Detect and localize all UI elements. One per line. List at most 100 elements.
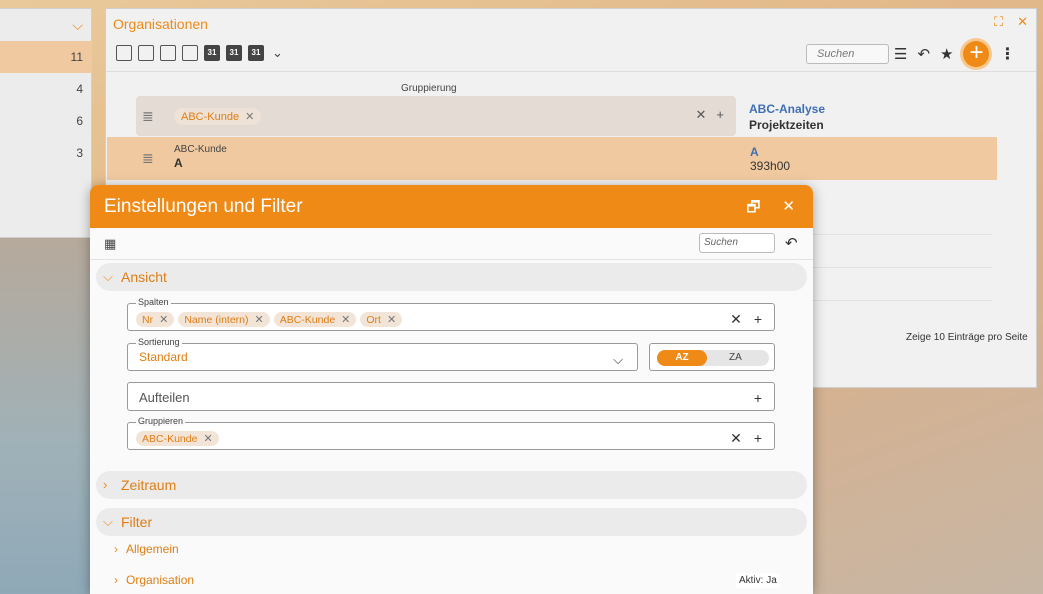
chevron-down-icon: ⌵ [103,514,113,529]
close-icon[interactable]: ✕ [1017,14,1028,30]
field-controls: ✕ + [730,430,762,447]
column-chip[interactable]: Nr ✕ [136,312,175,327]
spalten-field[interactable]: Spalten Nr ✕ Name (intern) ✕ ABC-Kunde ✕ Or… [127,297,775,331]
field-placeholder: Aufteilen [139,390,190,405]
clear-icon[interactable]: ✕ [730,311,742,328]
field-label: Gruppieren [136,416,186,426]
remove-chip-icon[interactable]: ✕ [245,110,254,123]
column-chips: Nr ✕ Name (intern) ✕ ABC-Kunde ✕ Ort ✕ [136,312,403,327]
list-item[interactable]: 6 [0,105,91,137]
left-list-panel: ⌵ 11 4 6 3 [0,8,92,238]
filter-group-organisation[interactable]: › Organisation [114,573,194,587]
remove-chip-icon[interactable]: ✕ [387,313,396,326]
add-icon[interactable]: + [754,430,762,447]
chip-label: ABC-Kunde [181,110,240,123]
dialog-title: Einstellungen und Filter [104,196,303,217]
undo-icon[interactable]: ↶ [785,234,798,252]
search-list-icon[interactable] [138,45,154,61]
grouping-chip[interactable]: ABC-Kunde ✕ [174,108,262,125]
chevron-right-icon: › [114,573,118,587]
remove-chip-icon[interactable]: ✕ [159,313,168,326]
excel-export-icon[interactable]: ▦ [104,236,116,252]
remove-chip-icon[interactable]: ✕ [203,432,212,445]
grouping-controls: ✕ + [696,107,725,123]
calendar-week-icon[interactable]: 31 [226,45,242,61]
close-icon[interactable]: ✕ [782,197,795,222]
group-label: ABC-Kunde [174,144,227,155]
column-chip[interactable]: Name (intern) ✕ [178,312,270,327]
divider [106,71,1036,72]
column-chip[interactable]: Ort ✕ [360,312,403,327]
toggle-track: AZ ZA [657,350,769,366]
search-input[interactable]: Suchen [806,44,889,64]
column-header-abc-analyse[interactable]: ABC-Analyse Projektzeiten [749,102,825,132]
section-filter[interactable]: ⌵ Filter [96,508,807,536]
group-sum-icon: ≣ [142,108,154,124]
restore-icon[interactable]: 🗗 [746,197,760,222]
sort-az-option[interactable]: AZ [657,350,707,366]
remove-chip-icon[interactable]: ✕ [341,313,350,326]
background [0,230,92,594]
add-button[interactable]: + [963,41,990,67]
status-badge: Aktiv: Ja [736,573,780,588]
sort-za-option[interactable]: ZA [729,350,742,366]
group-chip[interactable]: ABC-Kunde ✕ [136,431,219,446]
remove-chip-icon[interactable]: ✕ [255,313,264,326]
list-item[interactable]: 11 [0,41,91,73]
grouping-bar: ≣ ABC-Kunde ✕ ✕ + [136,96,736,136]
sort-direction-toggle[interactable]: AZ ZA [649,343,775,371]
sortierung-select[interactable]: Sortierung Standard ⌵ [127,337,638,371]
add-icon[interactable]: + [754,311,762,328]
chevron-down-icon[interactable]: ⌵ [613,352,623,368]
selected-value: Standard [139,350,188,364]
group-chips: ABC-Kunde ✕ [136,431,219,446]
chevron-down-icon: ⌵ [103,269,113,284]
calendar-day-icon[interactable]: 31 [204,45,220,61]
list-view-icon[interactable] [116,45,132,61]
group-value: A [174,156,183,170]
dialog-header: Einstellungen und Filter 🗗 ✕ [90,185,813,228]
abc-value: A [750,145,759,159]
clear-icon[interactable]: ✕ [696,107,707,123]
field-label: Sortierung [136,337,182,347]
table-row[interactable]: ≣ ABC-Kunde A A 393h00 [107,137,997,180]
tile-view-icon[interactable] [160,45,176,61]
star-icon[interactable]: ★ [940,45,953,63]
more-options-icon[interactable]: ⋮ [999,44,1015,64]
search-input[interactable]: Suchen [699,233,775,253]
group-level-icon: ≣ [142,150,154,166]
pagination-info: Zeige 10 Einträge pro Seite [906,332,1028,343]
add-icon[interactable]: + [754,390,762,406]
time-value: 393h00 [750,159,791,173]
filter-group-allgemein[interactable]: › Allgemein [114,542,179,556]
chevron-down-icon[interactable]: ⌵ [72,17,83,34]
maximize-icon[interactable]: ⛶ [994,14,1003,30]
window-title: Organisationen [113,16,208,32]
aufteilen-field[interactable]: Aufteilen + [127,382,775,411]
field-controls: ✕ + [730,311,762,328]
list-item[interactable]: 3 [0,137,91,169]
window-controls: ⛶ ✕ [994,14,1028,30]
view-toolbar: 31 31 31 ⌄ [116,45,283,61]
undo-icon[interactable]: ↶ [917,45,930,63]
chart-view-icon[interactable] [182,45,198,61]
clear-icon[interactable]: ✕ [730,430,742,447]
column-chip[interactable]: ABC-Kunde ✕ [273,312,357,327]
chevron-right-icon: › [103,477,108,492]
left-panel-header: ⌵ [0,9,91,41]
dialog-controls: 🗗 ✕ [746,197,795,222]
section-zeitraum[interactable]: › Zeitraum [96,471,807,499]
field-label: Spalten [136,297,171,307]
action-icons: ☰ ↶ ★ + ⋮ [894,41,1015,67]
gruppieren-field[interactable]: Gruppieren ABC-Kunde ✕ ✕ + [127,416,775,450]
settings-filter-dialog: Einstellungen und Filter 🗗 ✕ ▦ Suchen ↶ … [90,185,813,594]
grouping-label: Gruppierung [401,83,457,94]
list-item[interactable]: 4 [0,73,91,105]
filter-icon[interactable]: ☰ [894,45,907,63]
section-ansicht[interactable]: ⌵ Ansicht [96,263,807,291]
calendar-month-icon[interactable]: 31 [248,45,264,61]
chevron-down-icon[interactable]: ⌄ [272,45,283,61]
dialog-toolbar: ▦ Suchen ↶ [90,228,813,260]
add-icon[interactable]: + [716,107,724,123]
field-controls: + [754,390,762,406]
